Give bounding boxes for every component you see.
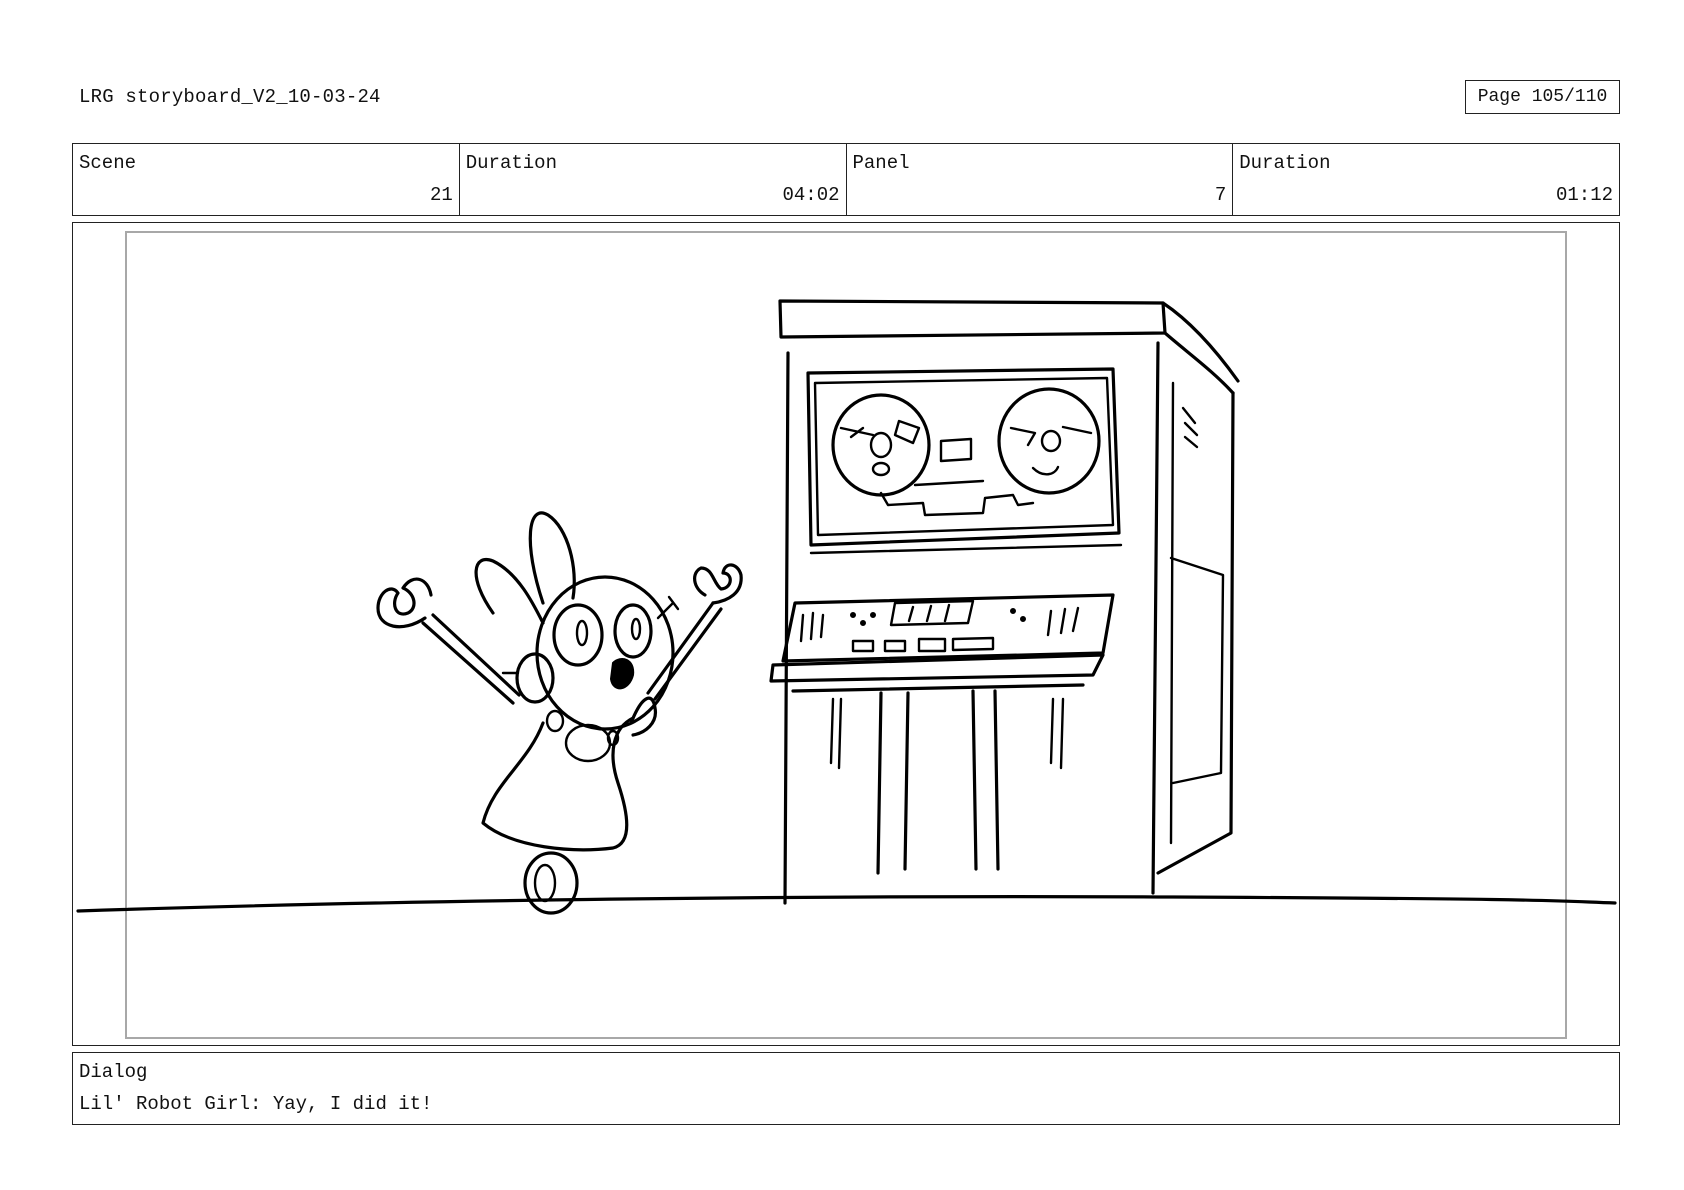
panel-sketch [76, 299, 1617, 915]
scene-value: 21 [429, 184, 453, 206]
panel-cell: Panel 7 [847, 144, 1234, 215]
scene-duration-cell: Duration 04:02 [460, 144, 847, 215]
ground-line [76, 895, 1617, 913]
panel-info-row: Scene 21 Duration 04:02 Panel 7 Duration… [72, 143, 1620, 216]
scene-duration-label: Duration [465, 152, 557, 174]
panel-duration-cell: Duration 01:12 [1233, 144, 1619, 215]
panel-duration-value: 01:12 [1555, 184, 1613, 206]
tape-machine-sketch [769, 299, 1240, 905]
panel-label: Panel [852, 152, 910, 174]
document-title: LRG storyboard_V2_10-03-24 [79, 86, 381, 108]
robot-girl-sketch [376, 511, 743, 915]
scene-label: Scene [79, 152, 137, 174]
scene-cell: Scene 21 [73, 144, 460, 215]
panel-value: 7 [1214, 184, 1227, 206]
panel-duration-label: Duration [1239, 152, 1331, 174]
dialog-text: Lil' Robot Girl: Yay, I did it! [79, 1093, 433, 1115]
scene-duration-value: 04:02 [782, 184, 840, 206]
dialog-label: Dialog [79, 1061, 148, 1083]
storyboard-panel [72, 222, 1620, 1046]
dialog-box: Dialog Lil' Robot Girl: Yay, I did it! [72, 1052, 1620, 1125]
page-indicator: Page 105/110 [1465, 80, 1620, 114]
